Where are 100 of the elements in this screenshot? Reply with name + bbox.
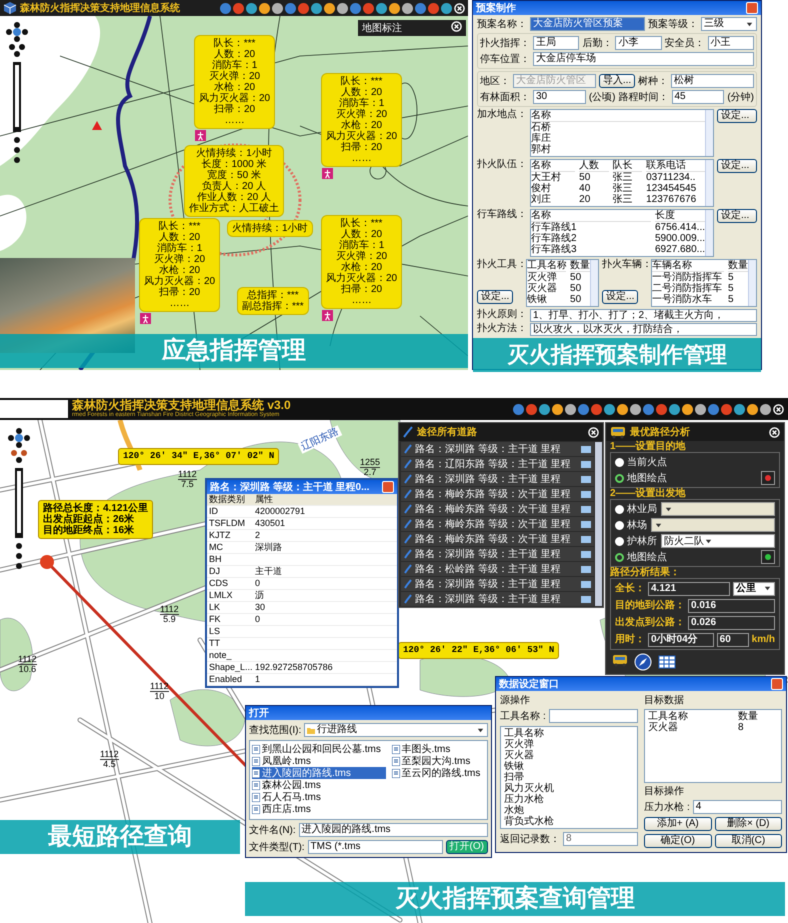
parcel-area: 7.5 xyxy=(181,480,194,489)
file-item[interactable]: 至云冈的路线.tms xyxy=(392,767,485,779)
list-cell-text: 20 xyxy=(579,194,592,205)
result-label: 用时： xyxy=(615,634,645,645)
unit-label: (公顷) xyxy=(588,92,616,102)
result-field[interactable]: 0.026 xyxy=(688,616,775,630)
result-field[interactable]: 4.121 xyxy=(648,582,730,596)
group-title: 源操作 xyxy=(500,695,531,706)
text-field[interactable]: 大金店防火管区预案 xyxy=(530,17,645,31)
result-field[interactable]: 0小时04分 xyxy=(648,632,714,646)
callout-text: …… xyxy=(224,115,245,126)
callout-text: 人数：20 xyxy=(159,232,200,243)
text-field[interactable]: 30 xyxy=(533,90,586,104)
list-cell-text: 灭火器 xyxy=(527,283,558,294)
radio-option[interactable]: 地图绘点 xyxy=(615,471,667,485)
file-type-dropdown[interactable]: TMS (*.tms xyxy=(308,840,443,854)
road-list-item[interactable]: 路名：辽阳东路 等级：主干道 里程 xyxy=(401,457,594,471)
dialog-button[interactable]: 取消(C) xyxy=(714,834,782,848)
speed-spinner[interactable]: 60 xyxy=(716,632,749,646)
dialog-button[interactable]: 添加+ (A) xyxy=(644,817,712,831)
count-field: 8 xyxy=(563,832,638,846)
table-cell: 30 xyxy=(253,602,397,614)
parcel-number: 1112 xyxy=(160,605,179,615)
list-cell-text: 50 xyxy=(579,172,592,183)
text-area[interactable]: 以火攻火，以水灭火，打防结合， xyxy=(530,323,757,336)
callout-text: 队长：*** xyxy=(340,76,382,87)
tool-list[interactable]: 工具名称 灭火弹 灭火器 铁锹 扫帚 风力灭火机 压力水枪 水炮 背负式水枪 xyxy=(500,726,638,829)
column-header: 名称 xyxy=(531,210,651,222)
settings-button[interactable]: 设定... xyxy=(477,290,514,304)
text-area[interactable]: 1、打早、打小、打了；2、堵截主火方向， xyxy=(530,309,757,322)
road-list-item[interactable]: 路名：梅岭东路 等级：次干道 里程 xyxy=(401,517,594,531)
list-cell-text: 石桥 xyxy=(531,122,552,133)
settings-button[interactable]: 设定... xyxy=(717,109,757,123)
level-dropdown[interactable]: 三级 xyxy=(701,17,757,31)
caption-banner: 应急指挥管理 xyxy=(0,334,468,368)
parcel-area: 2.7 xyxy=(364,468,376,477)
file-item[interactable]: 石人石马.tms xyxy=(252,791,386,803)
road-list-item[interactable]: 路名：深圳路 等级：主干道 里程 xyxy=(401,592,594,606)
field-label: 扑火队伍： xyxy=(477,159,527,170)
list-cell-text: 123767676 xyxy=(646,194,698,205)
callout-text: 水枪：20 xyxy=(341,120,382,131)
settings-button[interactable]: 设定... xyxy=(717,209,757,223)
dialog-button[interactable]: 删除× (D) xyxy=(714,817,782,831)
file-item[interactable]: 西庄店.tms xyxy=(252,803,386,815)
list-cell-text: 5 xyxy=(728,294,735,305)
text-field[interactable]: 松树 xyxy=(671,74,754,88)
dialog-button[interactable]: 确定(O) xyxy=(644,834,712,848)
text-field[interactable]: 大金店停车场 xyxy=(533,52,754,66)
road-list-item[interactable]: 路名：深圳路 等级：主干道 里程 xyxy=(401,442,594,456)
unit-dropdown[interactable]: 公里 xyxy=(733,582,775,596)
table-cell: 4200002791 xyxy=(253,506,397,518)
road-list-item[interactable]: 路名：深圳路 等级：主干道 里程 xyxy=(401,472,594,486)
road-list-item[interactable]: 路名：深圳路 等级：主干道 里程 xyxy=(401,547,594,561)
radio-option[interactable]: 当前火点 xyxy=(615,455,667,469)
dropdown[interactable]: 防火二队 xyxy=(661,534,775,548)
parcel-number: 1112 xyxy=(178,470,197,480)
column-header: 工具名称 xyxy=(504,728,545,739)
section-title: 路径分析结果： xyxy=(609,566,681,580)
target-list[interactable]: 工具名称 数量 灭火器 8 xyxy=(644,709,782,783)
parcel-number: 1112 xyxy=(100,750,119,760)
table-cell: CDS xyxy=(207,578,253,590)
field-label: 扑火方法： xyxy=(477,323,527,336)
result-field[interactable]: 0.016 xyxy=(688,598,775,612)
radio-option[interactable]: 地图绘点 xyxy=(615,550,667,564)
file-item[interactable]: 森林公园.tms xyxy=(252,779,386,791)
text-field[interactable]: 45 xyxy=(672,90,724,104)
quantity-field[interactable]: 4 xyxy=(692,800,782,814)
file-item[interactable]: 至梨园大沟.tms xyxy=(392,755,485,767)
road-list-item[interactable]: 路名：深圳路 等级：主干道 里程 xyxy=(401,577,594,591)
file-item[interactable]: 凤凰岭.tms xyxy=(252,755,386,767)
list-cell-text: 03711234.. xyxy=(646,172,696,183)
field-label: 停车位置： xyxy=(480,54,530,64)
text-field[interactable]: 小李 xyxy=(615,36,662,50)
table-cell: MC xyxy=(207,542,253,554)
folder-dropdown[interactable]: 行进路线 xyxy=(304,723,488,737)
file-item[interactable]: 进入陵园的路线.tms xyxy=(252,767,386,779)
table-cell: TT xyxy=(207,638,253,650)
field-label: 安全员： xyxy=(664,38,705,48)
table-cell: LS xyxy=(207,626,253,638)
parcel-number: 1112 xyxy=(18,655,37,665)
table-cell: FK xyxy=(207,614,253,626)
file-item[interactable]: 到黑山公园和回民公墓.tms xyxy=(252,743,386,755)
settings-button[interactable]: 设定... xyxy=(602,290,638,304)
callout-text: 水枪：20 xyxy=(214,82,256,93)
road-list-item[interactable]: 路名：梅岭东路 等级：次干道 里程 xyxy=(401,487,594,501)
road-list-item[interactable]: 路名：梅岭东路 等级：次干道 里程 xyxy=(401,532,594,546)
file-name-field[interactable]: 进入陵园的路线.tms xyxy=(298,823,488,837)
road-list-item[interactable]: 路名：梅岭东路 等级：次干道 里程 xyxy=(401,502,594,516)
callout-text: 作业方式：人工破土 xyxy=(189,203,279,214)
road-list-item[interactable]: 路名：松岭路 等级：主干道 里程 xyxy=(401,562,594,576)
list-cell: 5900.009... xyxy=(654,233,705,244)
callout-text: 消防车：1 xyxy=(338,240,384,251)
callout-text: 灭火弹：20 xyxy=(209,71,260,82)
text-field[interactable]: 王局 xyxy=(533,36,580,50)
file-item[interactable]: 丰图头.tms xyxy=(392,743,485,755)
import-button[interactable]: 导入... xyxy=(598,74,636,88)
text-field[interactable]: 小王 xyxy=(708,36,754,50)
callout-text: 扫帚：20 xyxy=(159,287,200,298)
radio-option[interactable]: 护林所 xyxy=(615,534,657,548)
settings-button[interactable]: 设定... xyxy=(717,159,757,173)
